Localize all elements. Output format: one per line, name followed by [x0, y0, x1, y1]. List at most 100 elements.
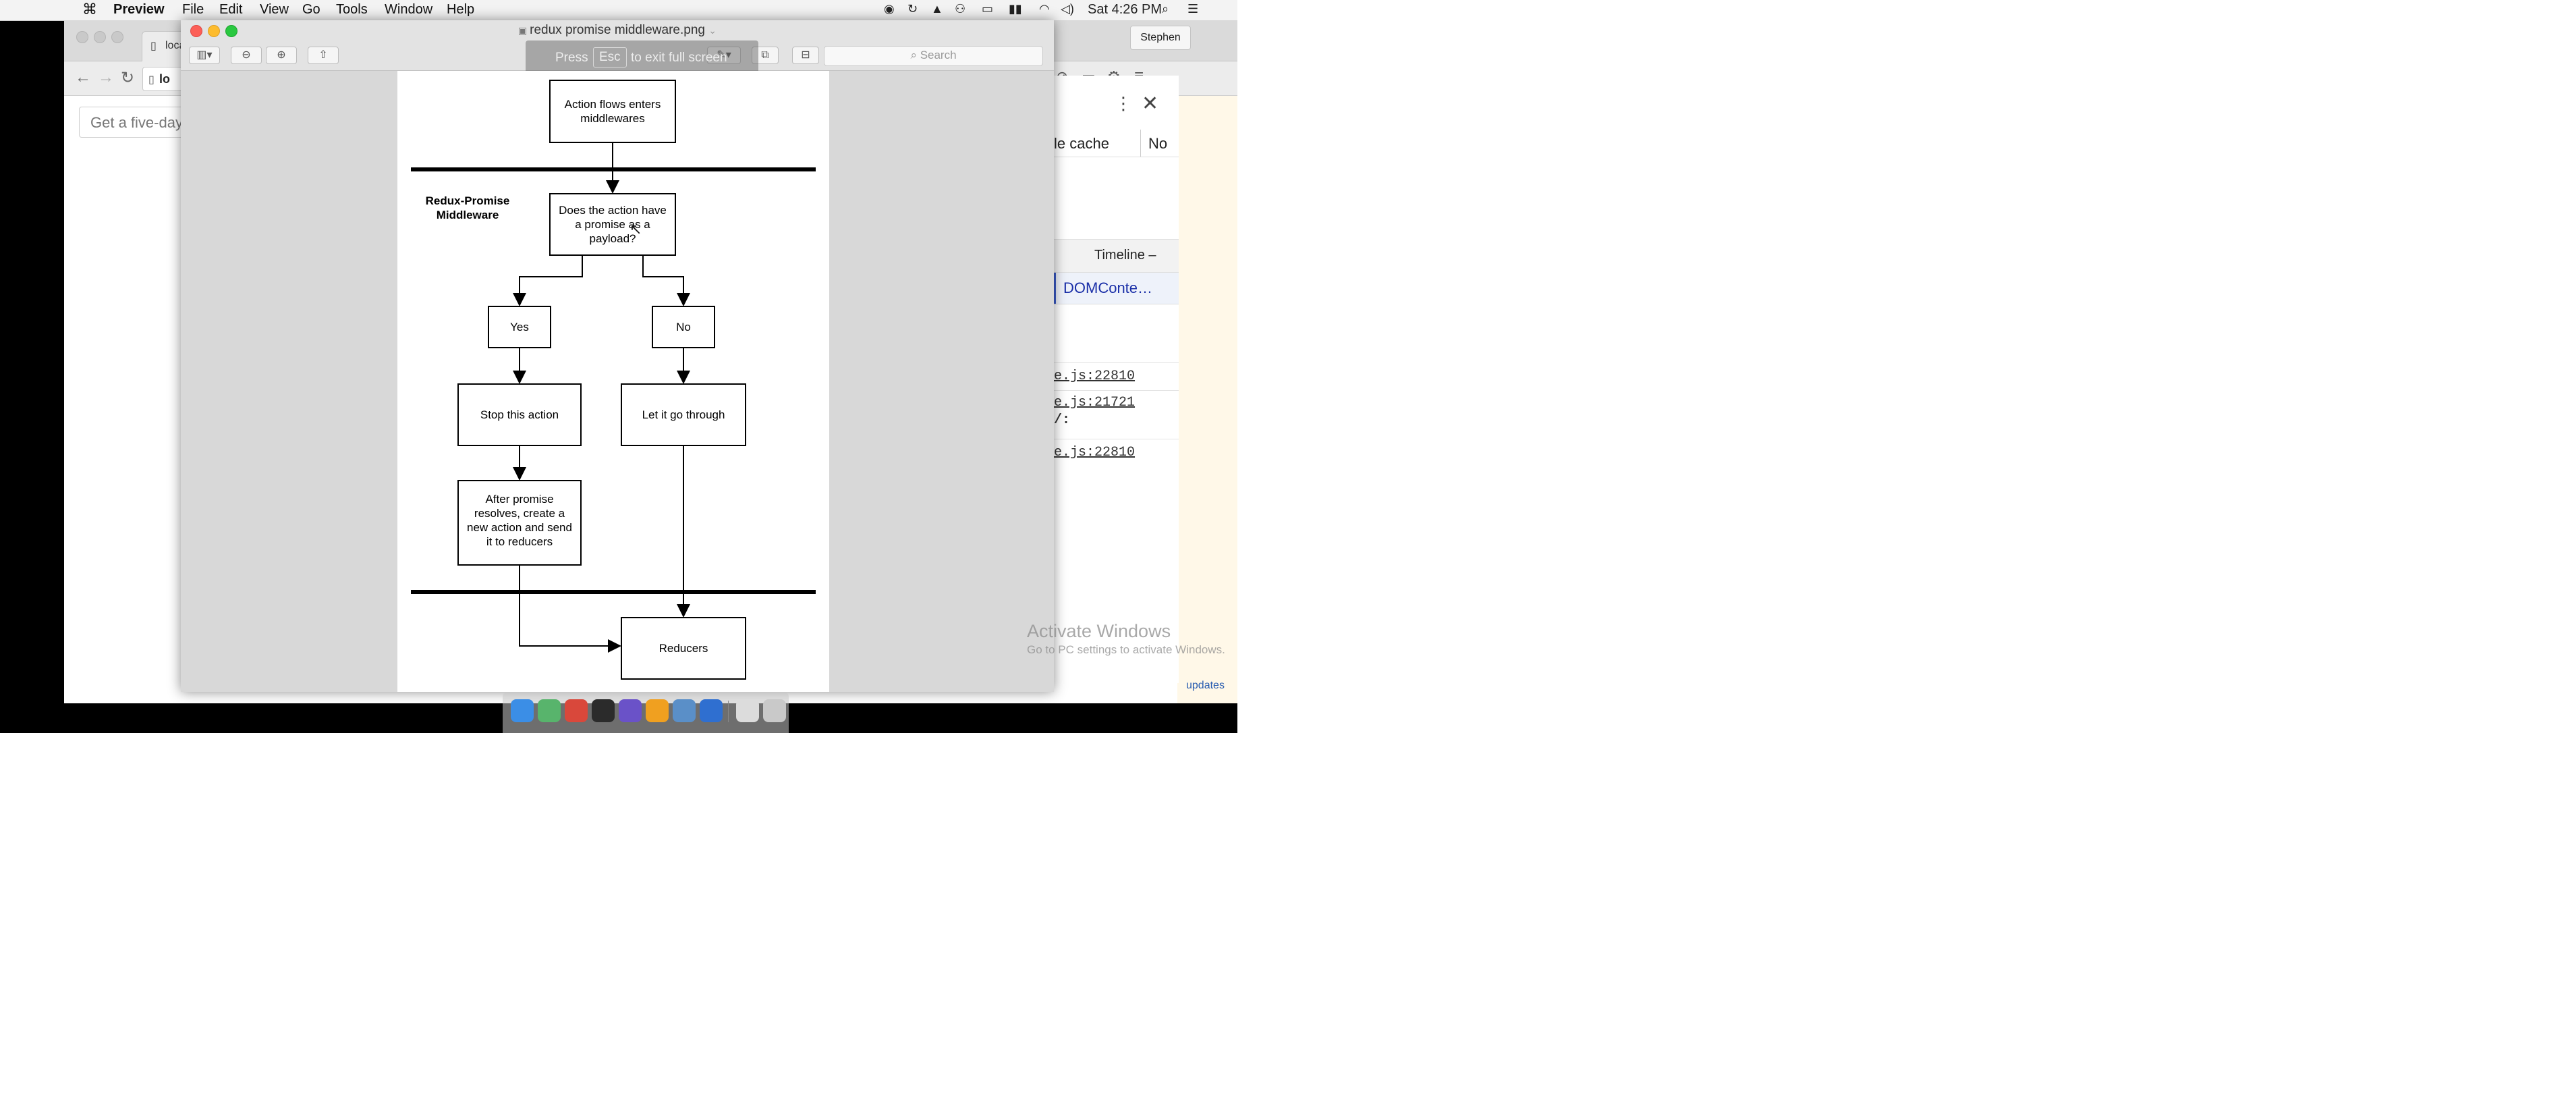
- wifi-icon[interactable]: ◠: [1039, 2, 1050, 16]
- section-label-line2: Middleware: [437, 209, 499, 221]
- log-source-link[interactable]: e.js:21721: [1054, 395, 1135, 410]
- hint-esc-key: Esc: [593, 47, 627, 67]
- address-text: lo: [159, 72, 170, 86]
- image-file-icon: ▣: [518, 25, 530, 36]
- preview-icon[interactable]: [673, 699, 696, 722]
- box-yes-label: Yes: [510, 321, 529, 333]
- menu-file[interactable]: File: [182, 2, 204, 18]
- activate-windows-watermark: Activate Windows Go to PC settings to ac…: [1027, 621, 1225, 657]
- launchpad-icon[interactable]: [619, 699, 642, 722]
- page-side-panel: [1177, 96, 1237, 703]
- document-icon: ▯: [150, 40, 157, 52]
- arrow-after-to-reducers: [519, 565, 621, 653]
- back-icon[interactable]: ←: [75, 68, 91, 87]
- documents-icon[interactable]: [736, 699, 759, 722]
- profile-button[interactable]: Stephen: [1130, 26, 1191, 50]
- box-action-enters: [549, 80, 676, 143]
- toolbox-icon[interactable]: ⊟: [792, 47, 819, 64]
- forward-icon[interactable]: →: [98, 68, 114, 87]
- log-source-link[interactable]: e.js:22810: [1054, 445, 1135, 460]
- timeline-column-header[interactable]: Timeline –: [1094, 248, 1156, 263]
- box-after-line1: After promise: [485, 493, 553, 506]
- box-stop-action-label: Stop this action: [480, 408, 559, 421]
- preview-title: ▣ redux promise middleware.png ⌄: [181, 23, 1054, 38]
- sidebar-toggle-button[interactable]: ▥▾: [189, 47, 220, 64]
- arrow-question-to-yes: [513, 255, 583, 306]
- box-let-through-label: Let it go through: [642, 408, 725, 421]
- box-no-label: No: [676, 321, 691, 333]
- chrome-icon[interactable]: [565, 699, 588, 722]
- devtools-close-icon[interactable]: ✕: [1142, 92, 1158, 115]
- box-after-line4: it to reducers: [486, 535, 553, 548]
- preview-search-input[interactable]: ⌕ Search: [824, 46, 1043, 66]
- watermark-subtitle: Go to PC settings to activate Windows.: [1027, 643, 1225, 656]
- dock-separator: [728, 701, 729, 722]
- section-label-line1: Redux-Promise: [426, 194, 510, 207]
- menu-window[interactable]: Window: [385, 2, 432, 18]
- close-window-button[interactable]: [76, 31, 88, 43]
- menu-app-name[interactable]: Preview: [113, 2, 165, 18]
- box-action-enters-line2: middlewares: [580, 112, 644, 125]
- preview-canvas: Action flows enters middlewares Redux-Pr…: [181, 71, 1054, 692]
- zoom-in-icon[interactable]: ⊕: [266, 47, 297, 64]
- updates-link[interactable]: updates: [1186, 680, 1225, 692]
- menubar: ⌘ Preview File Edit View Go Tools Window…: [0, 0, 1237, 21]
- speaker-icon[interactable]: ◁): [1061, 2, 1074, 16]
- finder-icon[interactable]: [511, 699, 534, 722]
- zoom-window-button[interactable]: [111, 31, 123, 43]
- log-source-link[interactable]: e.js:22810: [1054, 369, 1135, 384]
- console-log-row: e.js:22810: [1054, 439, 1179, 466]
- trash-icon[interactable]: [763, 699, 786, 722]
- menu-help[interactable]: Help: [447, 2, 474, 18]
- image-page: Action flows enters middlewares Redux-Pr…: [397, 71, 829, 692]
- sublime-icon[interactable]: [646, 699, 669, 722]
- address-bar[interactable]: ▯ lo: [142, 67, 184, 91]
- glasses-icon[interactable]: ⚇: [955, 2, 965, 16]
- box-question-line1: Does the action have: [559, 204, 667, 217]
- record-icon[interactable]: ◉: [884, 2, 895, 16]
- box-after-line2: resolves, create a: [474, 507, 565, 520]
- preview-window: ▣ redux promise middleware.png ⌄ ▥▾ ⊖ ⊕ …: [181, 20, 1054, 692]
- throttle-select[interactable]: No: [1148, 135, 1167, 153]
- console-log-row: e.js:21721 /:: [1054, 390, 1179, 438]
- title-chevron-icon[interactable]: ⌄: [708, 25, 717, 36]
- preview-titlebar: ▣ redux promise middleware.png ⌄: [181, 20, 1054, 40]
- drive-icon[interactable]: ▲: [931, 2, 943, 16]
- reload-icon[interactable]: ↻: [121, 68, 134, 88]
- console-log-row: e.js:22810: [1054, 362, 1179, 390]
- desktop-screen: ⌘ Preview File Edit View Go Tools Window…: [0, 0, 1237, 733]
- menu-edit[interactable]: Edit: [219, 2, 242, 18]
- devtools-panel: ⋮ ✕ le cache No Timeline – DOMConte… e.j…: [1054, 76, 1225, 691]
- domcontent-label[interactable]: DOMConte…: [1063, 279, 1152, 297]
- arrow-question-to-no: [642, 255, 690, 306]
- search-icon: ⌕: [910, 49, 920, 61]
- minimize-window-button[interactable]: [94, 31, 106, 43]
- menu-view[interactable]: View: [260, 2, 289, 18]
- disable-cache-label[interactable]: le cache: [1054, 135, 1109, 153]
- menu-tools[interactable]: Tools: [336, 2, 368, 18]
- devtools-more-icon[interactable]: ⋮: [1115, 93, 1132, 114]
- page-icon: ▯: [148, 74, 155, 86]
- menubar-clock[interactable]: Sat 4:26 PM: [1088, 2, 1162, 18]
- hint-press: Press: [555, 51, 588, 65]
- search-placeholder: Search: [920, 49, 957, 61]
- share-icon[interactable]: ⇧: [308, 47, 339, 64]
- box-action-enters-line1: Action flows enters: [565, 98, 661, 111]
- airplay-icon[interactable]: ▭: [982, 2, 993, 16]
- devtools-network-options: le cache No: [1054, 130, 1179, 157]
- siri-icon[interactable]: [538, 699, 561, 722]
- app-store-icon[interactable]: [700, 699, 723, 722]
- terminal-icon[interactable]: [592, 699, 615, 722]
- notification-center-icon[interactable]: ☰: [1187, 2, 1198, 16]
- watermark-title: Activate Windows: [1027, 621, 1171, 641]
- zoom-out-icon[interactable]: ⊖: [231, 47, 262, 64]
- mouse-cursor-icon: ↖: [629, 221, 642, 238]
- box-after-line3: new action and send: [467, 521, 572, 534]
- spotlight-icon[interactable]: ⌕: [1162, 2, 1169, 16]
- sync-icon[interactable]: ↻: [907, 2, 918, 16]
- menu-go[interactable]: Go: [302, 2, 320, 18]
- battery-icon[interactable]: ▮▮: [1009, 2, 1022, 16]
- log-text: /:: [1054, 412, 1071, 428]
- apple-icon[interactable]: ⌘: [82, 1, 97, 18]
- box-reducers-label: Reducers: [659, 642, 708, 655]
